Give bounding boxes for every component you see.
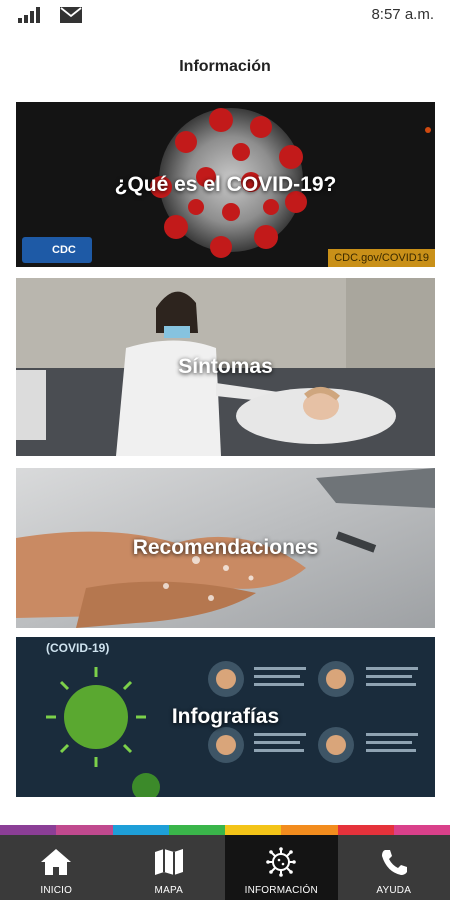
cdc-logo: CDC <box>22 237 92 263</box>
status-bar: 8:57 a.m. <box>0 0 450 32</box>
page-title: Información <box>179 58 271 75</box>
status-time: 8:57 a.m. <box>371 6 434 23</box>
home-icon <box>41 849 72 875</box>
color-segment <box>225 825 282 835</box>
nav-label: MAPA <box>154 885 183 896</box>
map-icon <box>154 849 183 875</box>
card-que-es-covid[interactable]: ¿Qué es el COVID-19? CDC CDC.gov/COVID19 <box>16 102 435 267</box>
mail-icon <box>60 7 82 23</box>
signal-icon <box>18 7 40 23</box>
nav-mapa[interactable]: MAPA <box>113 835 226 900</box>
color-segment <box>168 825 225 835</box>
card-label: Recomendaciones <box>132 536 319 559</box>
card-sintomas[interactable]: Síntomas <box>16 278 435 456</box>
phone-icon <box>381 850 407 875</box>
nav-label: AYUDA <box>376 885 412 896</box>
color-segment <box>281 825 338 835</box>
nav-label: INFORMACIÓN <box>244 885 318 896</box>
color-segment <box>393 825 450 835</box>
card-label: ¿Qué es el COVID-19? <box>114 172 337 196</box>
nav-inicio[interactable]: INICIO <box>0 835 113 900</box>
bottom-nav: INICIO MAPA INFORMACIÓN AYUDA <box>0 835 450 900</box>
virus-icon <box>266 847 297 877</box>
card-label: Infografías <box>171 705 280 728</box>
color-strip <box>0 825 450 835</box>
card-recomendaciones[interactable]: Recomendaciones <box>16 468 435 628</box>
color-segment <box>337 825 394 835</box>
covid-tag: (COVID-19) <box>46 641 110 655</box>
card-label: Síntomas <box>178 355 273 378</box>
card-infografias[interactable]: (COVID-19) Infografías <box>16 637 435 797</box>
color-segment <box>56 825 113 835</box>
color-segment <box>112 825 169 835</box>
nav-informacion[interactable]: INFORMACIÓN <box>225 835 338 900</box>
nav-ayuda[interactable]: AYUDA <box>338 835 450 900</box>
cdc-url: CDC.gov/COVID19 <box>328 249 435 267</box>
nav-label: INICIO <box>40 885 73 896</box>
color-segment <box>0 825 57 835</box>
